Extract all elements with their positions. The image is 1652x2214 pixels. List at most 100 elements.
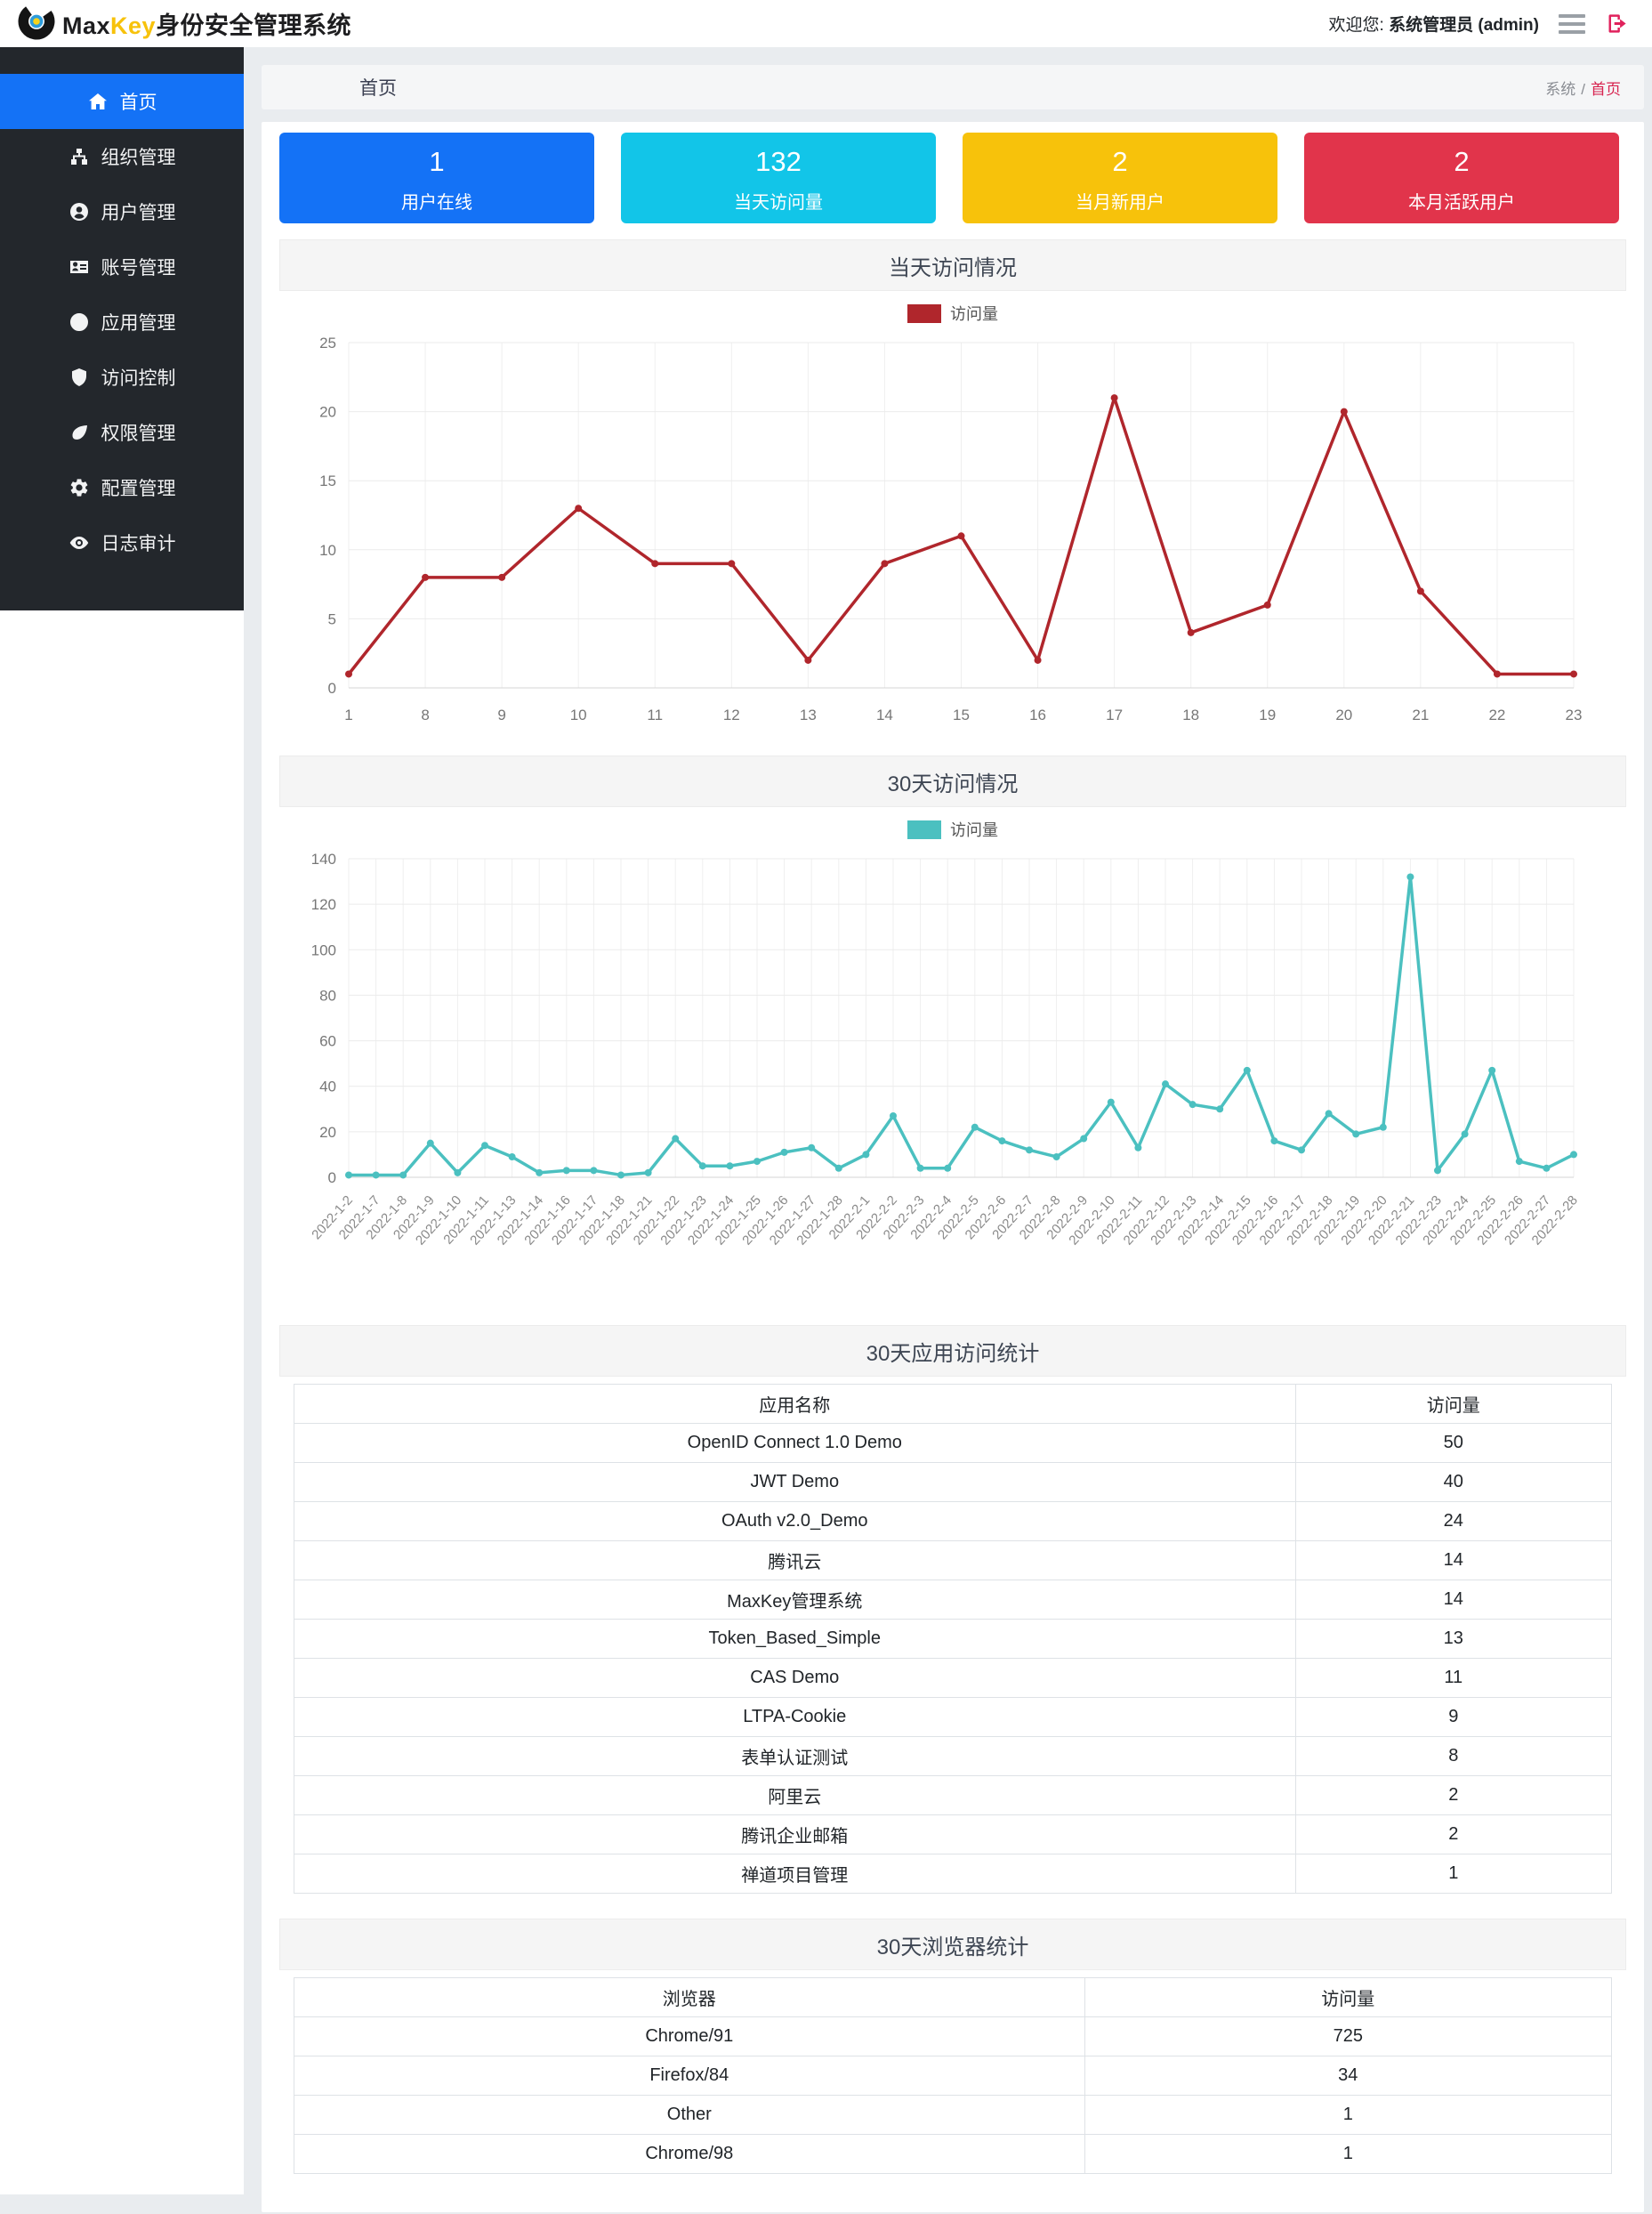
table-cell: 24: [1295, 1502, 1611, 1541]
table-cell: JWT Demo: [294, 1463, 1296, 1502]
svg-text:18: 18: [1182, 707, 1199, 723]
table-row: CAS Demo11: [294, 1659, 1612, 1698]
stat-value: 2: [963, 147, 1277, 177]
svg-text:10: 10: [319, 542, 336, 559]
table-cell: LTPA-Cookie: [294, 1698, 1296, 1737]
sidebar-item-label: 首页: [120, 88, 157, 115]
table-cell: OAuth v2.0_Demo: [294, 1502, 1296, 1541]
globe-icon: [68, 311, 90, 333]
column-header: 访问量: [1295, 1385, 1611, 1424]
table-cell: OpenID Connect 1.0 Demo: [294, 1424, 1296, 1463]
dashboard-card: 1 用户在线 132 当天访问量 2 当月新用户 2 本月活跃用户 当天访问: [262, 122, 1644, 2212]
table-cell: 9: [1295, 1698, 1611, 1737]
table-cell: Token_Based_Simple: [294, 1620, 1296, 1659]
sidebar-item-label: 应用管理: [101, 309, 176, 335]
table-row: MaxKey管理系统14: [294, 1580, 1612, 1620]
sidebar-item-label: 账号管理: [101, 254, 176, 280]
table-cell: 13: [1295, 1620, 1611, 1659]
svg-text:100: 100: [311, 941, 336, 958]
table-cell: 阿里云: [294, 1776, 1296, 1815]
sidebar-item-shield[interactable]: 访问控制: [0, 350, 244, 405]
table-cell: 50: [1295, 1424, 1611, 1463]
column-header: 应用名称: [294, 1385, 1296, 1424]
table-row: Chrome/91725: [294, 2017, 1612, 2056]
svg-text:17: 17: [1106, 707, 1123, 723]
stat-label: 本月活跃用户: [1304, 188, 1619, 214]
table-cell: 8: [1295, 1737, 1611, 1776]
table-cell: 11: [1295, 1659, 1611, 1698]
sidebar-item-globe[interactable]: 应用管理: [0, 295, 244, 350]
table-cell: 14: [1295, 1541, 1611, 1580]
monthly-visits-legend: 访问量: [285, 814, 1621, 844]
table-cell: 14: [1295, 1580, 1611, 1620]
table-row: JWT Demo40: [294, 1463, 1612, 1502]
maxkey-logo-icon: [18, 3, 55, 44]
table-cell: 表单认证测试: [294, 1737, 1296, 1776]
table-row: Other1: [294, 2096, 1612, 2135]
breadcrumb-root-link[interactable]: 系统: [1545, 81, 1575, 98]
table-cell: 1: [1084, 2096, 1611, 2135]
app-stats-title: 30天应用访问统计: [866, 1336, 1040, 1367]
table-cell: MaxKey管理系统: [294, 1580, 1296, 1620]
table-cell: Firefox/84: [294, 2056, 1085, 2096]
table-cell: 禅道项目管理: [294, 1854, 1296, 1894]
daily-visits-title: 当天访问情况: [889, 250, 1017, 281]
id-card-icon: [68, 256, 90, 278]
stat-label: 当天访问量: [621, 188, 936, 214]
breadcrumb-current-link[interactable]: 首页: [1591, 81, 1621, 98]
stat-label: 当月新用户: [963, 188, 1277, 214]
sidebar: 首页 组织管理 用户管理 账号管理 应用管理 访问控制: [0, 47, 244, 2194]
menu-toggle-icon[interactable]: [1559, 14, 1585, 34]
stat-label: 用户在线: [279, 188, 594, 214]
daily-visits-legend: 访问量: [285, 298, 1621, 328]
table-cell: 腾讯云: [294, 1541, 1296, 1580]
sidebar-item-id-card[interactable]: 账号管理: [0, 239, 244, 295]
leaf-icon: [68, 422, 90, 443]
table-row: 阿里云2: [294, 1776, 1612, 1815]
legend-swatch: [907, 820, 941, 839]
table-cell: 1: [1295, 1854, 1611, 1894]
sidebar-item-label: 用户管理: [101, 198, 176, 225]
sidebar-item-cogs[interactable]: 配置管理: [0, 460, 244, 515]
sidebar-item-home[interactable]: 首页: [0, 74, 244, 129]
svg-text:19: 19: [1259, 707, 1276, 723]
sidebar-item-user[interactable]: 用户管理: [0, 184, 244, 239]
table-cell: 34: [1084, 2056, 1611, 2096]
svg-text:25: 25: [319, 335, 336, 351]
table-row: Firefox/8434: [294, 2056, 1612, 2096]
stat-value: 2: [1304, 147, 1619, 177]
svg-text:60: 60: [319, 1033, 336, 1050]
table-cell: 1: [1084, 2135, 1611, 2174]
svg-text:20: 20: [1335, 707, 1352, 723]
svg-text:12: 12: [723, 707, 740, 723]
sitemap-icon: [68, 146, 90, 167]
browser-stats-title: 30天浏览器统计: [877, 1929, 1029, 1960]
svg-text:14: 14: [876, 707, 893, 723]
user-icon: [68, 201, 90, 222]
column-header: 浏览器: [294, 1978, 1085, 2017]
sidebar-menu: 首页 组织管理 用户管理 账号管理 应用管理 访问控制: [0, 47, 244, 610]
shield-icon: [68, 367, 90, 388]
svg-text:80: 80: [319, 987, 336, 1004]
stat-value: 132: [621, 147, 936, 177]
table-row: OpenID Connect 1.0 Demo50: [294, 1424, 1612, 1463]
table-header-row: 浏览器访问量: [294, 1978, 1612, 2017]
monthly-visits-title: 30天访问情况: [888, 766, 1019, 797]
sidebar-item-leaf[interactable]: 权限管理: [0, 405, 244, 460]
stat-card: 132 当天访问量: [621, 133, 936, 223]
monthly-visits-chart: 0204060801001201402022-1-22022-1-72022-1…: [285, 844, 1606, 1307]
sidebar-item-eye[interactable]: 日志审计: [0, 515, 244, 570]
table-row: Chrome/981: [294, 2135, 1612, 2174]
welcome-text: 欢迎您: 系统管理员 (admin): [1329, 12, 1539, 36]
table-row: Token_Based_Simple13: [294, 1620, 1612, 1659]
svg-text:9: 9: [497, 707, 505, 723]
column-header: 访问量: [1084, 1978, 1611, 2017]
svg-text:11: 11: [647, 707, 663, 723]
table-cell: Chrome/98: [294, 2135, 1085, 2174]
logout-icon[interactable]: [1605, 12, 1629, 36]
sidebar-item-sitemap[interactable]: 组织管理: [0, 129, 244, 184]
table-row: 禅道项目管理1: [294, 1854, 1612, 1894]
sidebar-item-label: 日志审计: [101, 529, 176, 556]
svg-text:15: 15: [319, 473, 336, 489]
page-title: 首页: [359, 74, 397, 101]
